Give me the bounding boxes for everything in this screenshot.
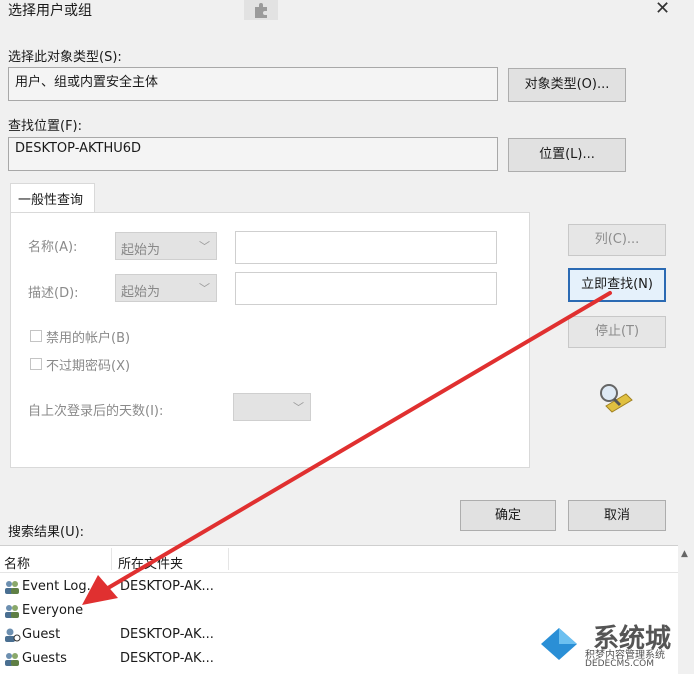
- watermark-line2: DEDECMS.COM: [585, 659, 654, 669]
- windows-logo-icon: [541, 628, 577, 660]
- site-watermark: 系统城 积梦内容管理系统 DEDECMS.COM: [533, 620, 694, 673]
- annotation-arrow: [82, 291, 612, 605]
